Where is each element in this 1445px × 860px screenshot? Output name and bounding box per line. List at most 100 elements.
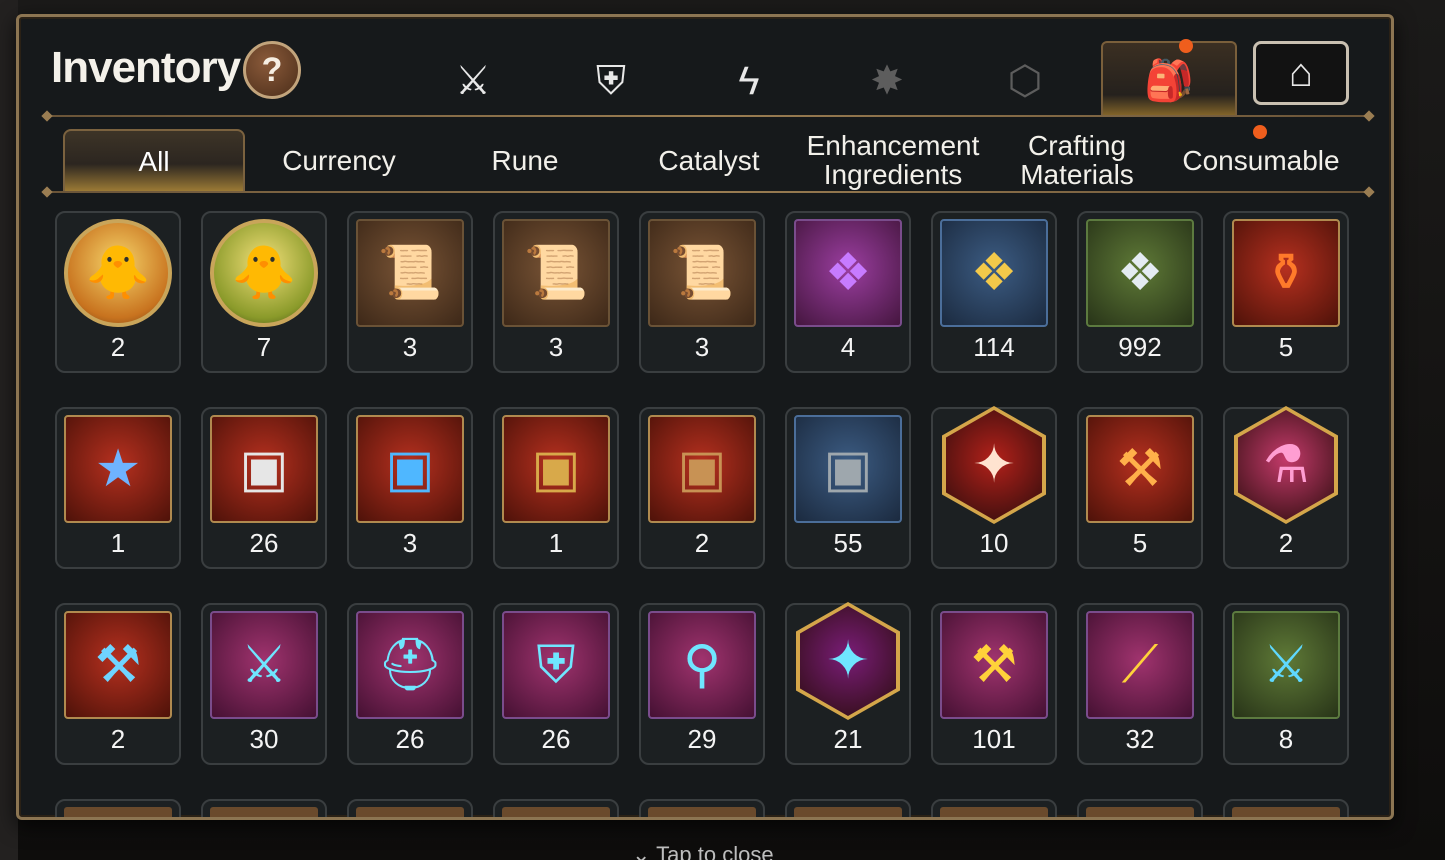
item-count: 7 <box>256 332 272 362</box>
inventory-slot[interactable]: 📜 3 <box>493 211 619 373</box>
inventory-slot[interactable]: ▣ 55 <box>785 407 911 569</box>
category-tab-burst[interactable]: ✸ <box>847 45 927 117</box>
inventory-slot[interactable]: ⛨ 26 <box>493 603 619 765</box>
red-sword-gem-icon: ✦ <box>940 405 1048 525</box>
inventory-slot[interactable]: ✦ 21 <box>785 601 911 765</box>
chevron-down-icon: ⌄ <box>632 842 657 860</box>
burst-icon: ✸ <box>870 59 904 103</box>
inventory-slot-partial[interactable] <box>785 799 911 817</box>
subtab-rune[interactable]: Rune <box>433 129 617 191</box>
inventory-slot[interactable]: 📜 3 <box>347 211 473 373</box>
inventory-slot[interactable]: ❖ 992 <box>1077 211 1203 373</box>
tap-to-close-hint[interactable]: ⌄ Tap to close <box>632 842 774 860</box>
inventory-slot-partial[interactable] <box>639 799 765 817</box>
category-tab-lightning[interactable]: ϟ <box>709 45 789 117</box>
sword-shield-icon: ⚔ <box>455 59 491 103</box>
wood-gold-chest-icon: ▣ <box>648 415 756 523</box>
subtab-label: Currency <box>282 144 396 176</box>
divider <box>47 115 1369 117</box>
subtab-label: Consumable <box>1182 144 1340 176</box>
green-chick-portrait-icon: 🐥 <box>210 219 318 327</box>
frame-corner <box>19 17 34 32</box>
cube-icon: ⬡ <box>1007 59 1043 103</box>
inventory-slot[interactable]: ⚲ 29 <box>639 603 765 765</box>
inventory-slot-partial[interactable] <box>347 799 473 817</box>
inventory-slot[interactable]: ⟋ 32 <box>1077 603 1203 765</box>
inventory-slot[interactable]: ⚒ 2 <box>55 603 181 765</box>
help-button[interactable]: ? <box>243 41 301 99</box>
item-count: 26 <box>249 528 279 558</box>
subtab-enhancement-ingredients[interactable]: Enhancement Ingredients <box>801 129 985 191</box>
inventory-slot[interactable]: ▣ 2 <box>639 407 765 569</box>
subtab-label: Enhancement Ingredients <box>806 130 980 190</box>
subtab-catalyst[interactable]: Catalyst <box>617 129 801 191</box>
gold-hammer-rune-icon: ⚒ <box>940 611 1048 719</box>
scroll-upgrade-icon: 📜 <box>648 219 756 327</box>
gold-chick-portrait-icon: 🐥 <box>64 219 172 327</box>
item-count: 3 <box>402 528 418 558</box>
inventory-slot[interactable]: 📜 3 <box>639 211 765 373</box>
item-count: 1 <box>110 528 126 558</box>
inventory-slot[interactable]: ⚔ 30 <box>201 603 327 765</box>
inventory-slot[interactable]: 🐥 7 <box>201 211 327 373</box>
inventory-slot[interactable]: ⚱ 5 <box>1223 211 1349 373</box>
boot-rune-icon: ⚲ <box>648 611 756 719</box>
rainbow-scroll-upgrade-icon: 📜 <box>502 219 610 327</box>
inventory-slot[interactable]: ⚗ 2 <box>1223 406 1349 569</box>
category-tab-bag[interactable]: 🎒 <box>1101 41 1237 117</box>
category-tab-sword-shield[interactable]: ⚔ <box>433 45 513 117</box>
slot-art-partial <box>64 807 172 817</box>
item-count: 5 <box>1132 528 1148 558</box>
question-icon: ? <box>261 50 283 89</box>
item-count: 29 <box>687 724 717 754</box>
item-count: 30 <box>249 724 279 754</box>
slot-art-partial <box>502 807 610 817</box>
inventory-slot-partial[interactable] <box>493 799 619 817</box>
inventory-slot[interactable]: 🐥 2 <box>55 211 181 373</box>
category-tab-cube[interactable]: ⬡ <box>985 45 1065 117</box>
slot-art-partial <box>356 807 464 817</box>
gold-crystal-icon: ❖ <box>940 219 1048 327</box>
category-tab-broken-shield[interactable]: ⛨ <box>571 45 651 117</box>
gold-blade-rune-icon: ⟋ <box>1086 611 1194 719</box>
cross-rune-icon: ✦ <box>794 601 902 721</box>
item-count: 10 <box>979 528 1009 558</box>
inventory-slot-partial[interactable] <box>1077 799 1203 817</box>
notification-dot <box>1253 125 1267 139</box>
item-count: 21 <box>833 724 863 754</box>
inventory-slot[interactable]: ⛑ 26 <box>347 603 473 765</box>
inventory-slot[interactable]: ⚒ 101 <box>931 603 1057 765</box>
subtab-currency[interactable]: Currency <box>247 129 431 191</box>
item-count: 3 <box>548 332 564 362</box>
divider <box>47 191 1369 193</box>
inventory-slot[interactable]: ⚔ 8 <box>1223 603 1349 765</box>
item-count: 3 <box>402 332 418 362</box>
item-count: 32 <box>1125 724 1155 754</box>
inventory-slot[interactable]: ⚒ 5 <box>1077 407 1203 569</box>
inventory-slot[interactable]: ▣ 26 <box>201 407 327 569</box>
star-potion-icon: ★ <box>64 415 172 523</box>
inventory-slot-partial[interactable] <box>1223 799 1349 817</box>
inventory-slot[interactable]: ❖ 114 <box>931 211 1057 373</box>
inventory-slot[interactable]: ★ 1 <box>55 407 181 569</box>
slot-art-partial <box>1086 807 1194 817</box>
inventory-slot-partial[interactable] <box>55 799 181 817</box>
inventory-slot[interactable]: ❖ 4 <box>785 211 911 373</box>
inventory-slot-partial[interactable] <box>201 799 327 817</box>
red-hammer-gem-icon: ⚒ <box>1086 415 1194 523</box>
slot-art-partial <box>1232 807 1340 817</box>
inventory-slot-partial[interactable] <box>931 799 1057 817</box>
inventory-slot[interactable]: ✦ 10 <box>931 405 1057 569</box>
silver-chest-icon: ▣ <box>210 415 318 523</box>
subtab-crafting-materials[interactable]: Crafting Materials <box>985 129 1169 191</box>
inventory-panel: Inventory ? ⚔ ⛨ ϟ ✸ ⬡ 🎒 ⌂ All Currency Rune Catal… <box>16 14 1394 820</box>
sword-rune-icon: ⚔ <box>210 611 318 719</box>
inventory-slot[interactable]: ▣ 1 <box>493 407 619 569</box>
iron-chest-icon: ▣ <box>794 415 902 523</box>
dark-gold-chest-icon: ▣ <box>502 415 610 523</box>
subtab-all[interactable]: All <box>63 129 245 191</box>
subtab-label: Catalyst <box>658 144 760 176</box>
inventory-slot[interactable]: ▣ 3 <box>347 407 473 569</box>
category-tab-storehouse[interactable]: ⌂ <box>1253 41 1349 105</box>
item-count: 8 <box>1278 724 1294 754</box>
